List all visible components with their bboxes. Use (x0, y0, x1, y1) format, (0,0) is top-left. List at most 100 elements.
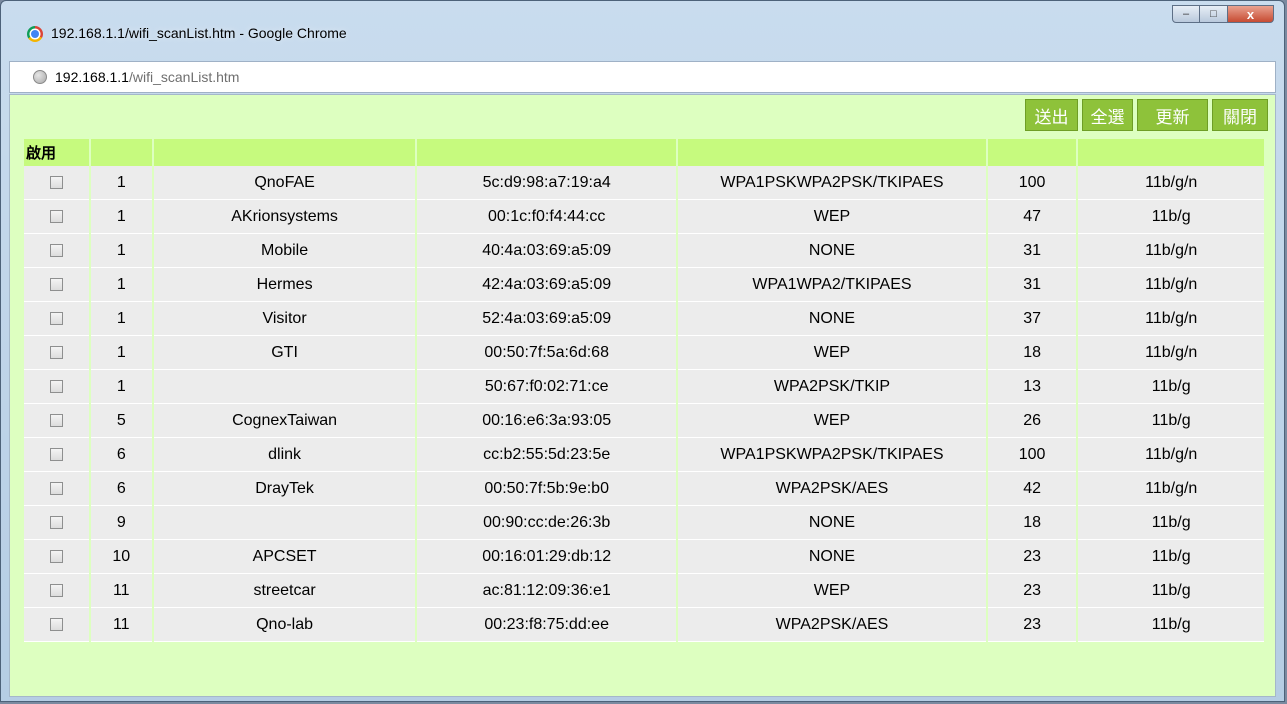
close-window-button[interactable]: x (1228, 5, 1274, 23)
mac-cell: 40:4a:03:69:a5:09 (417, 234, 677, 268)
close-button[interactable]: 關閉 (1212, 99, 1268, 131)
security-cell: WPA2PSK/AES (678, 472, 986, 506)
url-host: 192.168.1.1 (55, 69, 129, 85)
channel-cell: 1 (90, 302, 153, 336)
mac-cell: 00:50:7f:5b:9e:b0 (417, 472, 677, 506)
header-ssid (154, 139, 416, 166)
ssid-cell (154, 370, 416, 404)
channel-cell: 1 (90, 268, 153, 302)
enable-checkbox[interactable] (49, 447, 63, 461)
security-cell: WEP (678, 574, 986, 608)
enable-checkbox[interactable] (49, 583, 63, 597)
channel-cell: 1 (90, 370, 153, 404)
mode-cell: 11b/g (1078, 506, 1264, 540)
enable-checkbox[interactable] (49, 209, 63, 223)
enable-checkbox[interactable] (49, 175, 63, 189)
table-row: 11 Qno-lab 00:23:f8:75:dd:ee WPA2PSK/AES 23 1… (24, 608, 1264, 642)
signal-cell: 31 (987, 268, 1077, 302)
window-controls: – □ x (1172, 5, 1274, 23)
enable-checkbox[interactable] (49, 549, 63, 563)
channel-cell: 1 (90, 166, 153, 200)
header-security (678, 139, 986, 166)
maximize-button[interactable]: □ (1200, 5, 1228, 23)
mac-cell: ac:81:12:09:36:e1 (417, 574, 677, 608)
signal-cell: 100 (987, 166, 1077, 200)
table-row: 11 streetcar ac:81:12:09:36:e1 WEP 23 11b/g (24, 574, 1264, 608)
table-row: 1 50:67:f0:02:71:ce WPA2PSK/TKIP 13 11b/g (24, 370, 1264, 404)
mode-cell: 11b/g/n (1078, 438, 1264, 472)
mode-cell: 11b/g/n (1078, 234, 1264, 268)
signal-cell: 100 (987, 438, 1077, 472)
ssid-cell: DrayTek (154, 472, 416, 506)
mac-cell: 42:4a:03:69:a5:09 (417, 268, 677, 302)
channel-cell: 1 (90, 234, 153, 268)
ssid-cell: CognexTaiwan (154, 404, 416, 438)
table-row: 10 APCSET 00:16:01:29:db:12 NONE 23 11b/g (24, 540, 1264, 574)
security-cell: WEP (678, 336, 986, 370)
select-all-button[interactable]: 全選 (1082, 99, 1133, 131)
security-cell: NONE (678, 540, 986, 574)
table-row: 9 00:90:cc:de:26:3b NONE 18 11b/g (24, 506, 1264, 540)
signal-cell: 23 (987, 540, 1077, 574)
address-bar[interactable]: 192.168.1.1/wifi_scanList.htm (9, 61, 1276, 93)
channel-cell: 10 (90, 540, 153, 574)
table-row: 5 CognexTaiwan 00:16:e6:3a:93:05 WEP 26 11b/g (24, 404, 1264, 438)
security-cell: WPA2PSK/TKIP (678, 370, 986, 404)
enable-checkbox[interactable] (49, 277, 63, 291)
ssid-cell: Visitor (154, 302, 416, 336)
security-cell: WPA1PSKWPA2PSK/TKIPAES (678, 166, 986, 200)
mac-cell: cc:b2:55:5d:23:5e (417, 438, 677, 472)
table-row: 1 AKrionsystems 00:1c:f0:f4:44:cc WEP 47 11b/… (24, 200, 1264, 234)
security-cell: NONE (678, 234, 986, 268)
signal-cell: 18 (987, 336, 1077, 370)
minimize-button[interactable]: – (1172, 5, 1200, 23)
enable-checkbox[interactable] (49, 515, 63, 529)
action-toolbar: 送出 全選 更新 關閉 (1025, 99, 1268, 131)
signal-cell: 31 (987, 234, 1077, 268)
enable-checkbox[interactable] (49, 481, 63, 495)
enable-checkbox[interactable] (49, 243, 63, 257)
channel-cell: 6 (90, 472, 153, 506)
header-signal (987, 139, 1077, 166)
refresh-button[interactable]: 更新 (1137, 99, 1208, 131)
ssid-cell: Hermes (154, 268, 416, 302)
mac-cell: 00:50:7f:5a:6d:68 (417, 336, 677, 370)
table-row: 1 QnoFAE 5c:d9:98:a7:19:a4 WPA1PSKWPA2PSK/T… (24, 166, 1264, 200)
signal-cell: 37 (987, 302, 1077, 336)
mode-cell: 11b/g (1078, 540, 1264, 574)
mode-cell: 11b/g/n (1078, 166, 1264, 200)
signal-cell: 18 (987, 506, 1077, 540)
enable-checkbox[interactable] (49, 413, 63, 427)
mac-cell: 00:1c:f0:f4:44:cc (417, 200, 677, 234)
signal-cell: 23 (987, 608, 1077, 642)
mac-cell: 52:4a:03:69:a5:09 (417, 302, 677, 336)
enable-checkbox[interactable] (49, 617, 63, 631)
signal-cell: 42 (987, 472, 1077, 506)
table-row: 1 GTI 00:50:7f:5a:6d:68 WEP 18 11b/g/n (24, 336, 1264, 370)
security-cell: WPA2PSK/AES (678, 608, 986, 642)
ssid-cell: Mobile (154, 234, 416, 268)
send-button[interactable]: 送出 (1025, 99, 1078, 131)
mode-cell: 11b/g (1078, 200, 1264, 234)
channel-cell: 1 (90, 336, 153, 370)
mode-cell: 11b/g/n (1078, 268, 1264, 302)
enable-checkbox[interactable] (49, 379, 63, 393)
header-channel (90, 139, 153, 166)
browser-window: 192.168.1.1/wifi_scanList.htm - Google C… (0, 0, 1285, 702)
mode-cell: 11b/g (1078, 404, 1264, 438)
mac-cell: 00:16:e6:3a:93:05 (417, 404, 677, 438)
mac-cell: 00:16:01:29:db:12 (417, 540, 677, 574)
table-header-row: 啟用 (24, 139, 1264, 166)
enable-checkbox[interactable] (49, 311, 63, 325)
enable-checkbox[interactable] (49, 345, 63, 359)
mode-cell: 11b/g/n (1078, 472, 1264, 506)
table-row: 6 DrayTek 00:50:7f:5b:9e:b0 WPA2PSK/AES 42 11… (24, 472, 1264, 506)
security-cell: NONE (678, 302, 986, 336)
signal-cell: 23 (987, 574, 1077, 608)
globe-icon (33, 70, 47, 84)
channel-cell: 11 (90, 574, 153, 608)
ssid-cell: AKrionsystems (154, 200, 416, 234)
header-enable: 啟用 (24, 139, 89, 166)
table-row: 6 dlink cc:b2:55:5d:23:5e WPA1PSKWPA2PSK/TK… (24, 438, 1264, 472)
ssid-cell: dlink (154, 438, 416, 472)
